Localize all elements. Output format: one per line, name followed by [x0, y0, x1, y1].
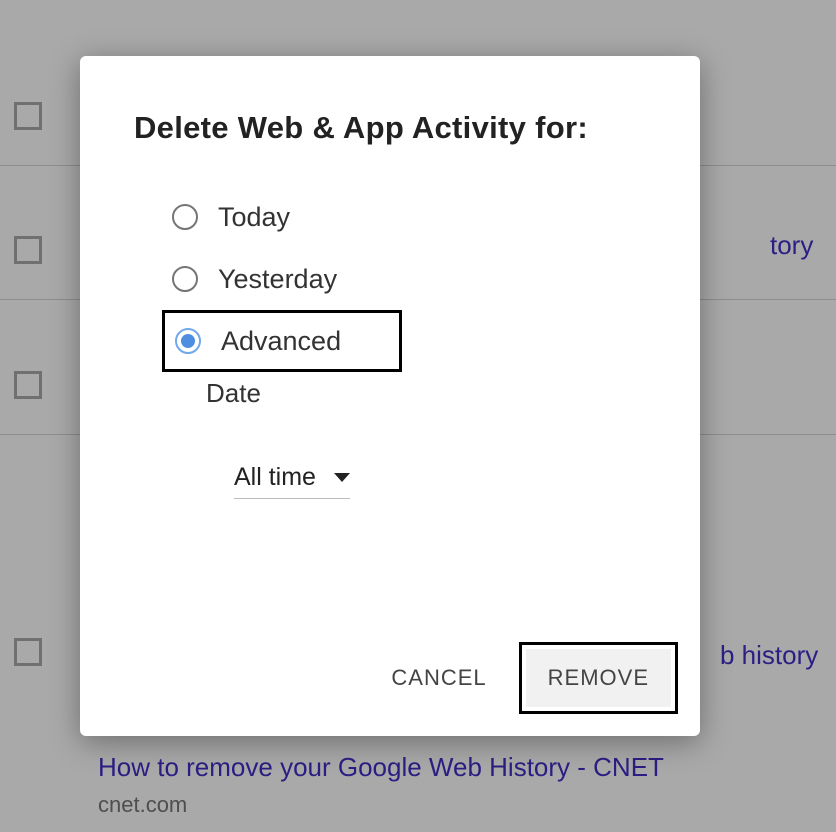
- radio-icon: [172, 266, 198, 292]
- radio-option-yesterday[interactable]: Yesterday: [162, 248, 654, 310]
- checkbox[interactable]: [14, 102, 42, 130]
- remove-button[interactable]: REMOVE: [526, 649, 671, 707]
- date-range-dropdown[interactable]: All time: [234, 463, 350, 499]
- radio-icon-selected: [175, 328, 201, 354]
- dialog-title: Delete Web & App Activity for:: [134, 110, 654, 146]
- caret-down-icon: [334, 473, 350, 482]
- radio-option-today[interactable]: Today: [162, 186, 654, 248]
- radio-label: Advanced: [221, 326, 341, 357]
- result-title[interactable]: How to remove your Google Web History - …: [98, 752, 664, 783]
- remove-highlight: REMOVE: [519, 642, 678, 714]
- radio-icon: [172, 204, 198, 230]
- radio-label: Today: [218, 202, 290, 233]
- delete-activity-dialog: Delete Web & App Activity for: Today Yes…: [80, 56, 700, 736]
- radio-label: Yesterday: [218, 264, 337, 295]
- dropdown-value: All time: [234, 463, 316, 492]
- checkbox[interactable]: [14, 236, 42, 264]
- time-range-radio-group: Today Yesterday Advanced Date All time: [134, 186, 654, 499]
- result-domain: cnet.com: [98, 792, 187, 818]
- checkbox[interactable]: [14, 638, 42, 666]
- result-link-fragment: b history: [720, 640, 818, 671]
- date-sublabel: Date: [162, 378, 654, 409]
- cancel-button[interactable]: CANCEL: [369, 649, 508, 707]
- result-link-fragment: tory: [770, 230, 813, 261]
- radio-option-advanced[interactable]: Advanced: [162, 310, 402, 372]
- dialog-actions: CANCEL REMOVE: [369, 642, 678, 714]
- checkbox[interactable]: [14, 371, 42, 399]
